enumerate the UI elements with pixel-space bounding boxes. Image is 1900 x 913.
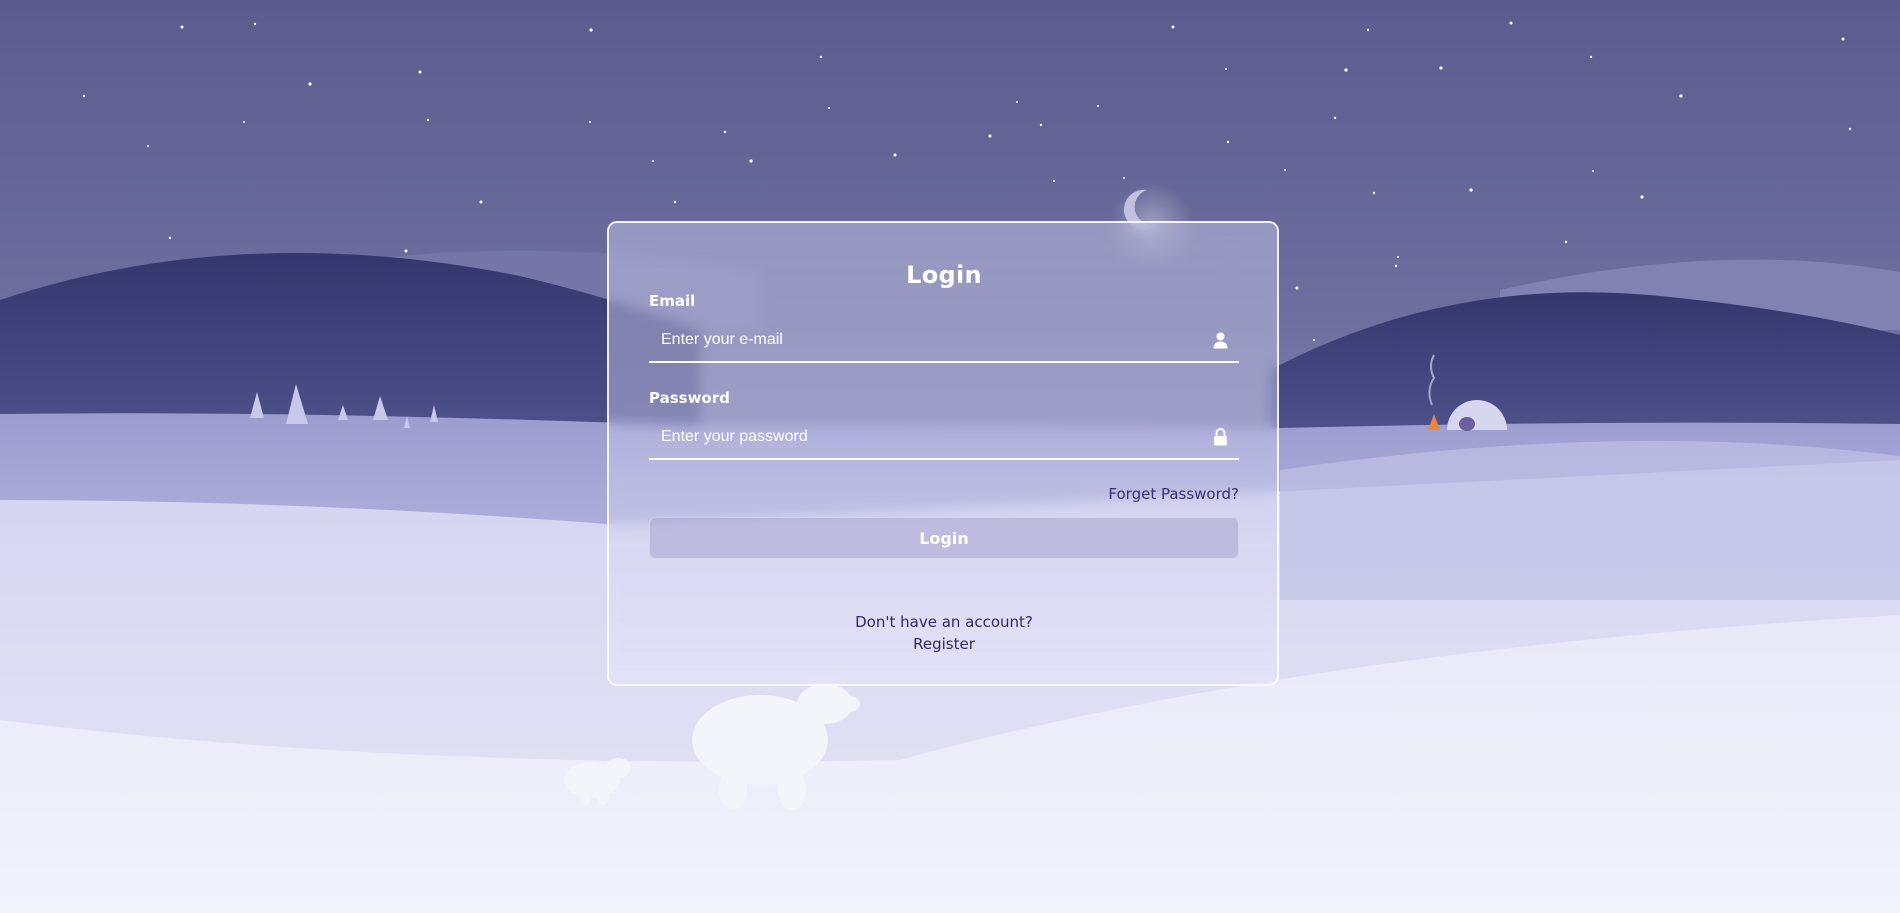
forgot-password-link[interactable]: Forget Password? [1108,485,1239,503]
password-label: Password [649,389,730,407]
password-input[interactable] [649,416,1189,458]
login-form: Login Email Password Forget Password? [649,223,1239,684]
email-field-wrapper [649,319,1239,363]
email-input[interactable] [649,319,1189,361]
user-icon [1211,330,1229,350]
password-field-wrapper [649,416,1239,460]
no-account-text: Don't have an account? [855,613,1033,631]
login-card: Login Email Password Forget Password? [607,221,1279,686]
lock-icon [1211,427,1229,447]
email-label: Email [649,292,696,310]
register-link[interactable]: Register [649,635,1239,653]
login-button[interactable]: Login [649,517,1239,559]
login-title: Login [906,261,982,289]
